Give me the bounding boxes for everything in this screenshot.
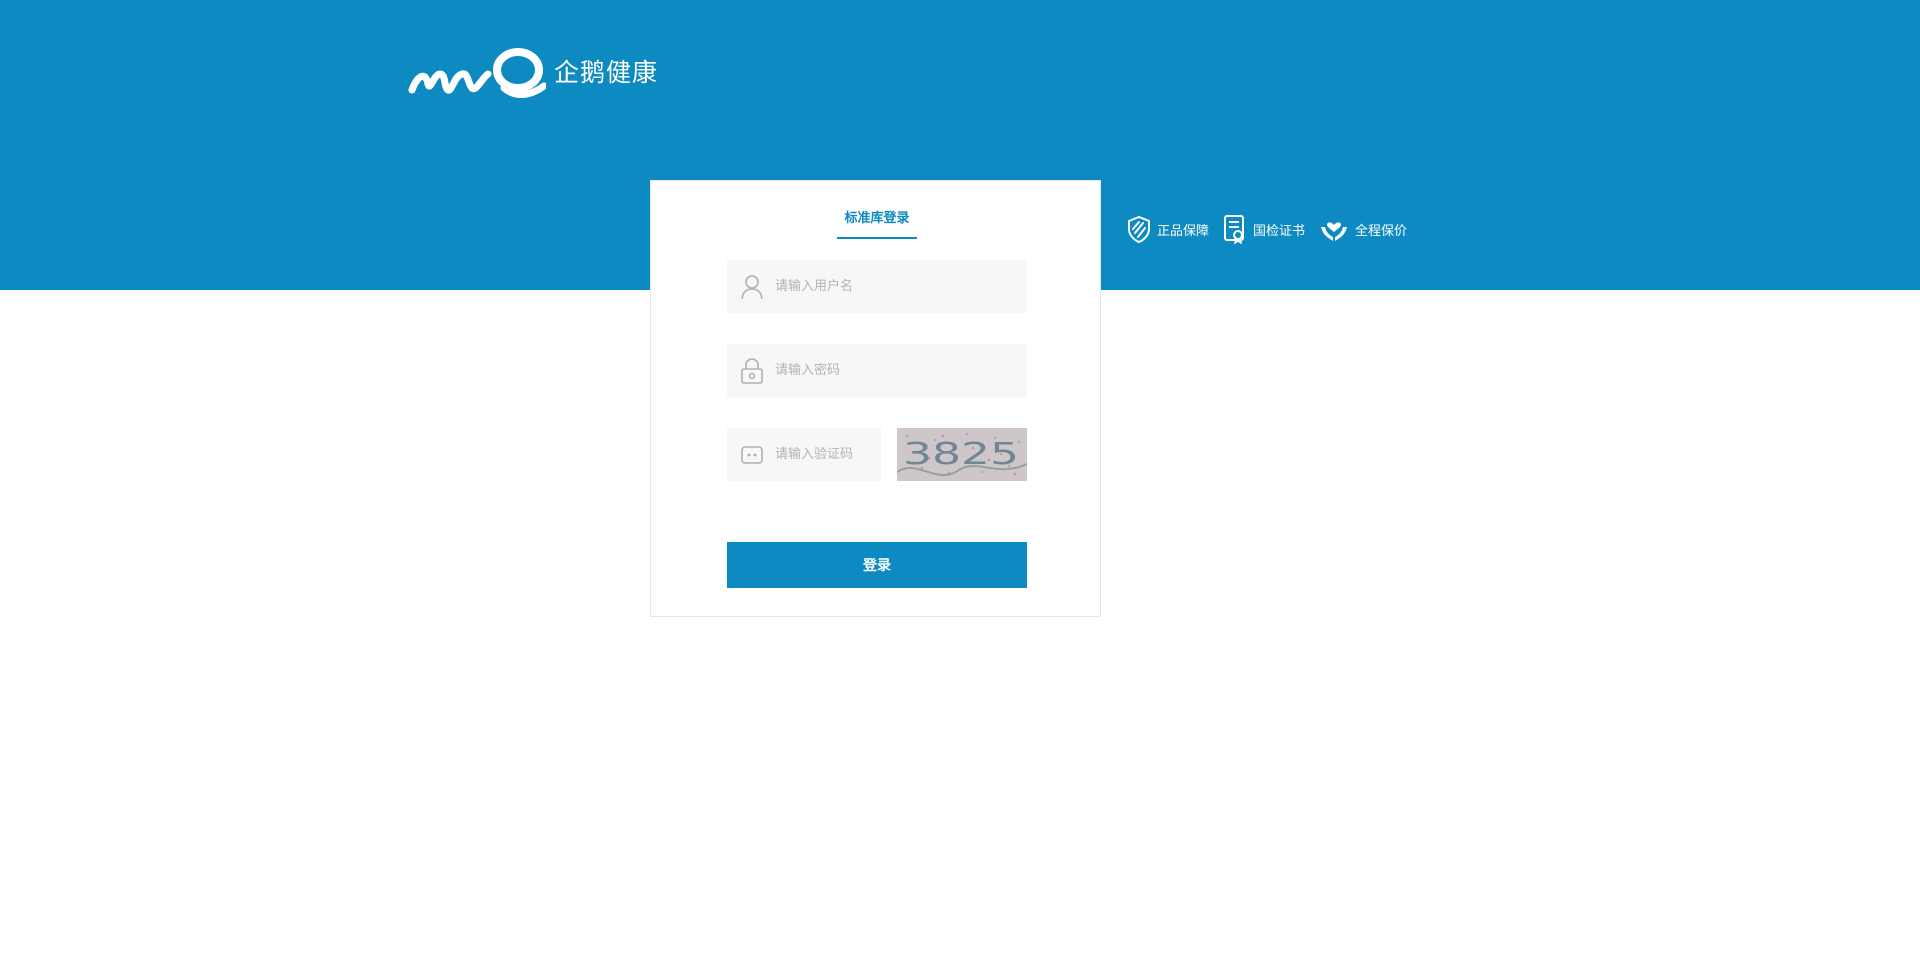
certificate-icon bbox=[1224, 215, 1245, 244]
brand-logo[interactable]: 企鹅健康 bbox=[408, 44, 668, 98]
captcha-field bbox=[727, 428, 881, 481]
shield-icon bbox=[1128, 215, 1150, 243]
badge-certificate: 国检证书 bbox=[1223, 214, 1305, 244]
service-badges: 正品保障 国检证书 全程保价 bbox=[1127, 214, 1421, 244]
badge-insured: 全程保价 bbox=[1319, 215, 1407, 243]
badge-label: 国检证书 bbox=[1253, 223, 1306, 239]
badge-label: 全程保价 bbox=[1355, 223, 1408, 239]
username-field bbox=[727, 260, 1027, 313]
captcha-image[interactable]: 3825 bbox=[897, 428, 1027, 481]
captcha-code: 3825 bbox=[903, 437, 1019, 472]
captcha-icon bbox=[741, 445, 763, 464]
heart-hands-icon bbox=[1321, 222, 1348, 241]
badge-genuine: 正品保障 bbox=[1127, 215, 1209, 243]
password-input[interactable] bbox=[773, 362, 1007, 379]
password-field bbox=[727, 344, 1027, 397]
tab-standard-login[interactable]: 标准库登录 bbox=[837, 207, 917, 239]
login-card: 标准库登录 请输入用户名 请输入验证码 3825 登录 bbox=[650, 180, 1101, 617]
captcha-graphic: 3825 bbox=[897, 428, 1027, 481]
captcha-input[interactable] bbox=[773, 446, 877, 463]
badge-label: 正品保障 bbox=[1157, 223, 1210, 239]
lock-icon bbox=[741, 357, 763, 384]
brand-name: 企鹅健康 bbox=[554, 58, 659, 87]
login-button[interactable]: 登录 bbox=[727, 542, 1027, 588]
user-icon bbox=[741, 274, 763, 299]
username-input[interactable] bbox=[773, 278, 1007, 295]
mq-logo-icon bbox=[408, 48, 546, 98]
